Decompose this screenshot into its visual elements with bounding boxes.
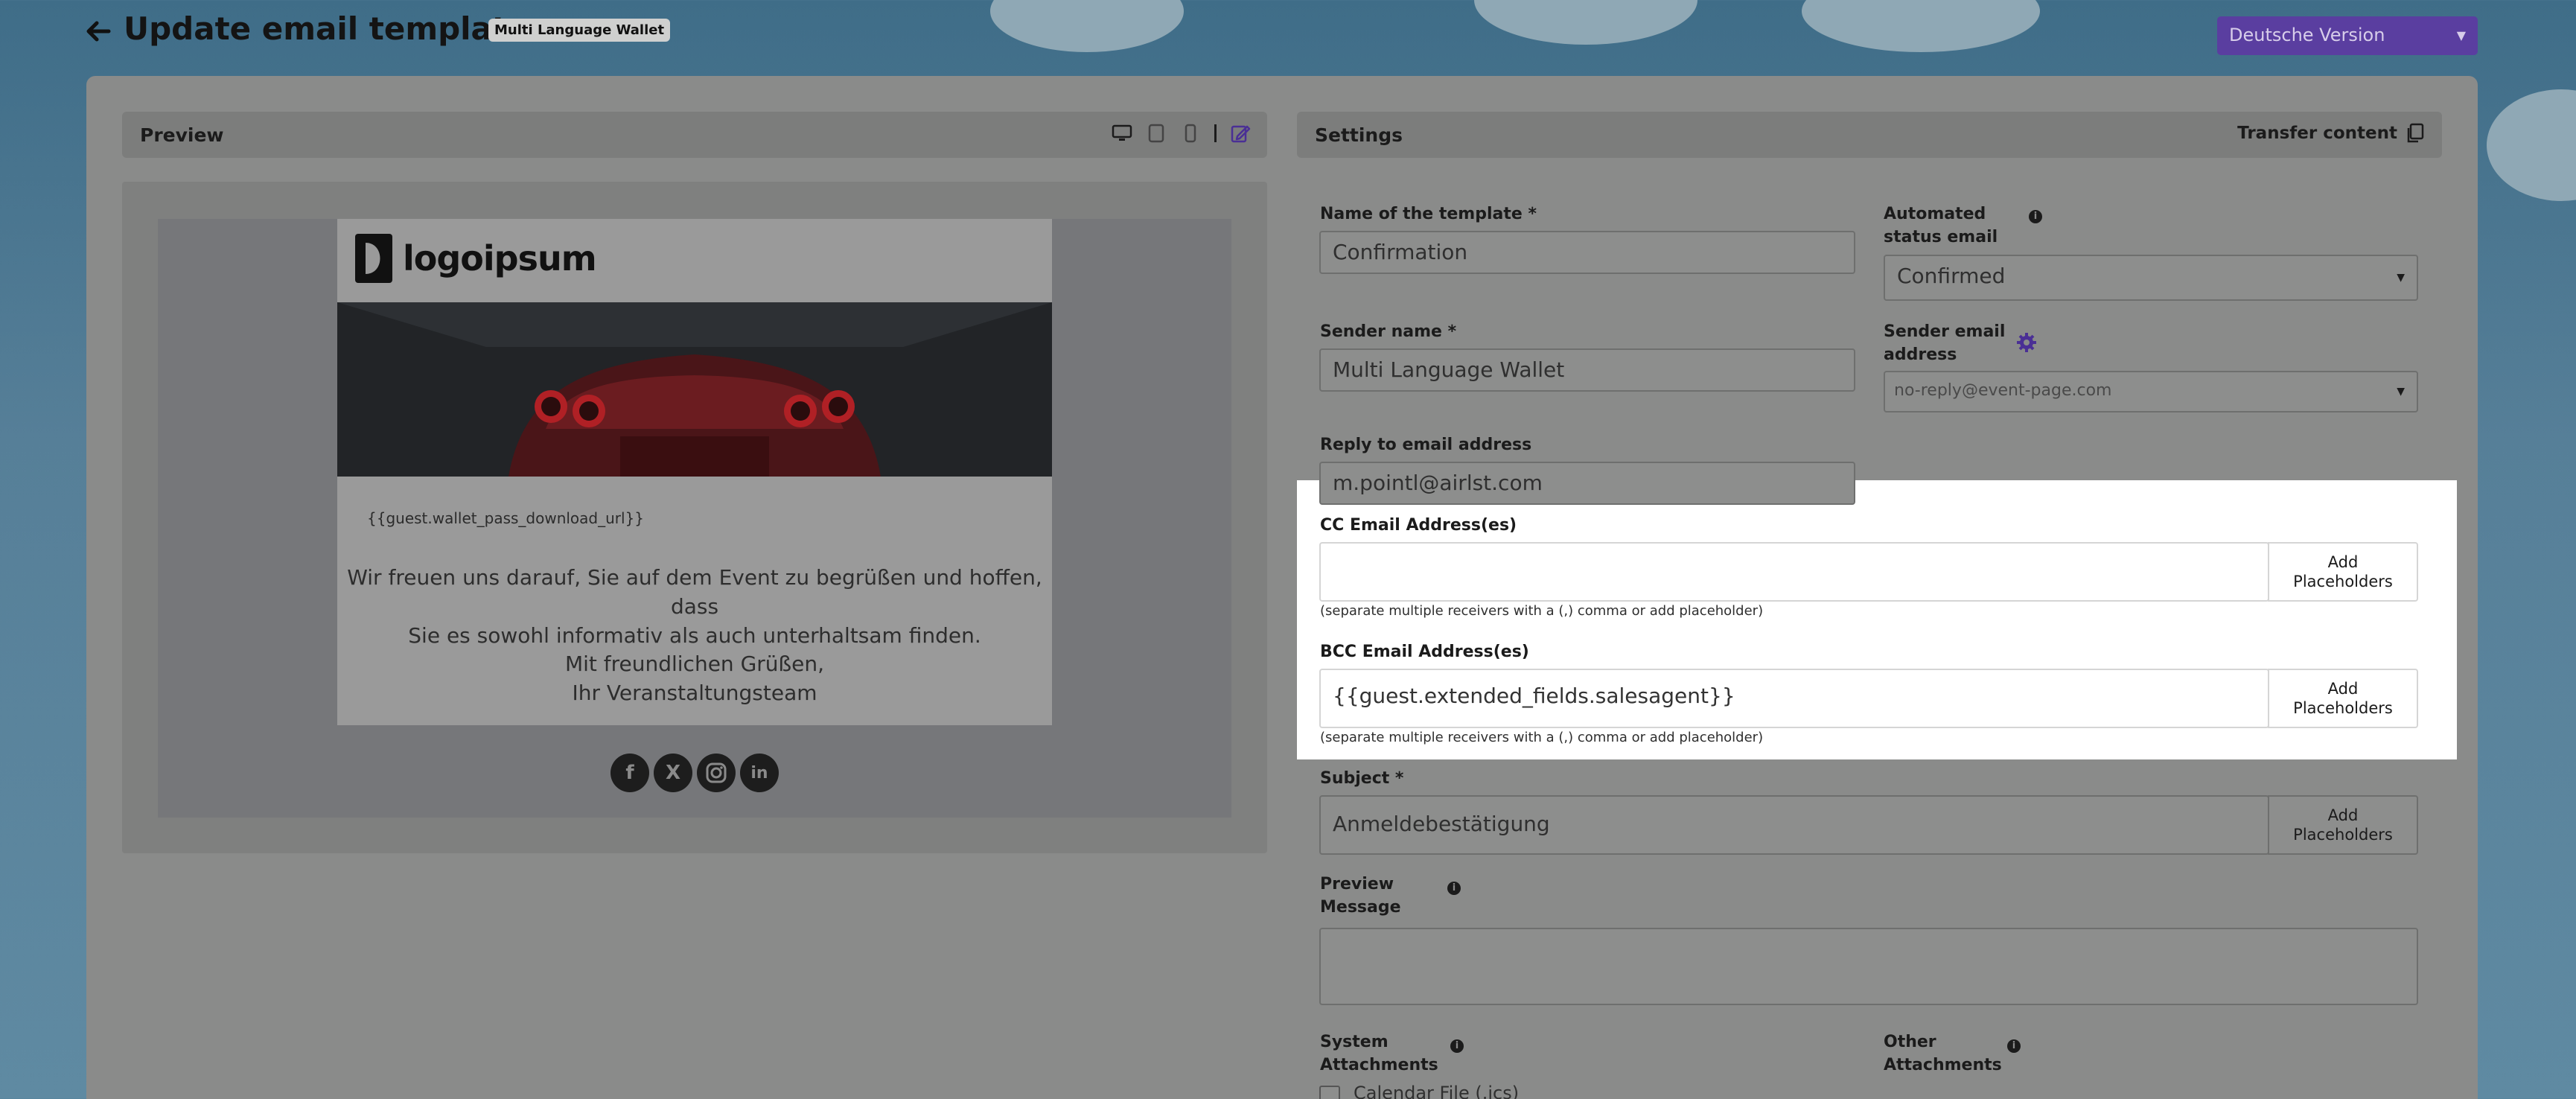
info-icon[interactable]: i: [2007, 1039, 2021, 1053]
preview-toolbar: [1112, 123, 1251, 144]
info-icon[interactable]: i: [1447, 882, 1461, 895]
system-attachments-label: System Attachments: [1320, 1030, 1438, 1077]
settings-header: Settings Transfer content: [1297, 112, 2442, 158]
email-preview: logoipsum {{guest.wallet_pass_download_u…: [337, 219, 1052, 725]
label-line: Other: [1884, 1033, 1936, 1051]
preview-message-textarea[interactable]: [1319, 928, 2418, 1005]
template-name-label: Name of the template *: [1320, 205, 1537, 223]
logo-text: logoipsum: [403, 238, 597, 278]
sender-email-value: no-reply@event-page.com: [1894, 381, 2112, 400]
label-line: Message: [1320, 898, 1401, 917]
social-icons: f X in: [610, 754, 779, 792]
hero-image: [337, 302, 1052, 477]
preview-message-label: Preview Message: [1320, 873, 1401, 919]
label-line: Preview: [1320, 875, 1394, 893]
label-line: Sender email: [1884, 322, 2006, 341]
transfer-content-label: Transfer content: [2237, 124, 2397, 143]
automated-status-value: Confirmed: [1897, 264, 2006, 288]
signature-line: Ihr Veranstaltungsteam: [572, 681, 817, 705]
template-name-input[interactable]: Confirmation: [1319, 231, 1855, 274]
label-line: Attachments: [1884, 1056, 2002, 1074]
page-header: Update email template Multi Language Wal…: [0, 0, 2576, 74]
signature-line: Mit freundlichen Grüßen,: [564, 652, 825, 676]
language-select-value: Deutsche Version: [2229, 25, 2385, 45]
bcc-hint: (separate multiple receivers with a (,) …: [1320, 730, 1764, 745]
background-cloud: [2487, 89, 2576, 201]
sender-name-label: Sender name *: [1320, 322, 1457, 341]
button-line: Add: [2327, 553, 2359, 571]
toolbar-divider: [1214, 124, 1217, 142]
cc-input[interactable]: [1319, 542, 2269, 602]
button-line: Add: [2327, 680, 2359, 698]
email-body-line: Sie es sowohl informativ als auch unterh…: [408, 623, 981, 648]
settings-title: Settings: [1315, 124, 1403, 146]
label-line: status email: [1884, 228, 1998, 246]
tablet-icon[interactable]: [1146, 123, 1167, 144]
page-title: Update email template: [124, 10, 529, 47]
wallet-pass-placeholder: {{guest.wallet_pass_download_url}}: [367, 509, 645, 527]
cc-hint: (separate multiple receivers with a (,) …: [1320, 603, 1764, 619]
bcc-add-placeholders-button[interactable]: Add Placeholders: [2268, 669, 2418, 728]
back-arrow-icon[interactable]: [83, 16, 113, 46]
email-signature: Mit freundlichen Grüßen, Ihr Veranstaltu…: [337, 649, 1052, 707]
subject-label: Subject *: [1320, 769, 1404, 788]
email-body-text: Wir freuen uns darauf, Sie auf dem Event…: [337, 563, 1052, 650]
logo-mark-icon: [355, 234, 392, 283]
label-line: address: [1884, 345, 1957, 364]
subject-add-placeholders-button[interactable]: Add Placeholders: [2268, 795, 2418, 855]
chevron-down-icon: ▼: [2397, 272, 2405, 284]
chevron-down-icon: ▼: [2397, 386, 2405, 398]
cc-add-placeholders-button[interactable]: Add Placeholders: [2268, 542, 2418, 602]
copy-icon: [2407, 123, 2424, 143]
button-line: Placeholders: [2293, 699, 2393, 717]
preview-title: Preview: [140, 124, 224, 146]
mobile-icon[interactable]: [1180, 123, 1201, 144]
linkedin-icon[interactable]: in: [740, 754, 779, 792]
subject-input[interactable]: Anmeldebestätigung: [1319, 795, 2269, 855]
other-attachments-label: Other Attachments: [1884, 1030, 2002, 1077]
info-icon[interactable]: i: [2029, 210, 2042, 223]
sender-email-label: Sender email address: [1884, 320, 2005, 366]
cc-label: CC Email Address(es): [1320, 516, 1517, 535]
template-badge: Multi Language Wallet: [488, 19, 671, 42]
reply-to-input[interactable]: m.pointl@airlst.com: [1319, 462, 1855, 505]
label-line: Automated: [1884, 205, 1986, 223]
bcc-label: BCC Email Address(es): [1320, 643, 1529, 661]
calendar-file-label: Calendar File (.ics): [1354, 1083, 1520, 1099]
sender-name-input[interactable]: Multi Language Wallet: [1319, 348, 1855, 392]
button-line: Add: [2327, 806, 2359, 824]
calendar-file-checkbox[interactable]: [1319, 1086, 1340, 1099]
preview-header: Preview: [122, 112, 1267, 158]
reply-to-label: Reply to email address: [1320, 436, 1532, 454]
email-logo: logoipsum: [355, 234, 597, 283]
automated-status-label: Automated status email: [1884, 203, 1998, 249]
instagram-icon[interactable]: [697, 754, 736, 792]
gear-icon[interactable]: [2016, 332, 2037, 353]
x-icon[interactable]: X: [654, 754, 692, 792]
email-body-line: Wir freuen uns darauf, Sie auf dem Event…: [347, 565, 1042, 619]
bcc-input[interactable]: {{guest.extended_fields.salesagent}}: [1319, 669, 2269, 728]
button-line: Placeholders: [2293, 826, 2393, 844]
facebook-icon[interactable]: f: [610, 754, 649, 792]
label-line: System: [1320, 1033, 1389, 1051]
label-line: Attachments: [1320, 1056, 1438, 1074]
button-line: Placeholders: [2293, 573, 2393, 590]
language-select[interactable]: Deutsche Version ▼: [2217, 16, 2478, 55]
chevron-down-icon: ▼: [2456, 28, 2466, 42]
automated-status-select[interactable]: Confirmed ▼: [1884, 255, 2418, 301]
info-icon[interactable]: i: [1450, 1039, 1464, 1053]
sender-email-select[interactable]: no-reply@event-page.com ▼: [1884, 371, 2418, 412]
desktop-icon[interactable]: [1112, 123, 1132, 144]
edit-icon[interactable]: [1230, 123, 1251, 144]
transfer-content-button[interactable]: Transfer content: [2237, 123, 2424, 144]
